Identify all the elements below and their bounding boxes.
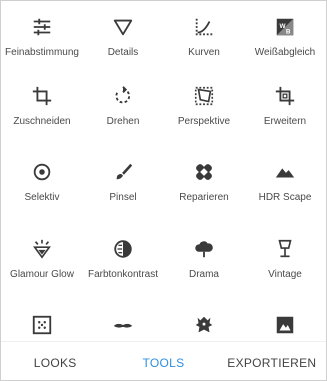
expand-icon [273, 84, 297, 108]
mountain-hdr-icon [273, 160, 297, 184]
tool-label: Pinsel [109, 192, 137, 203]
perspective-icon [192, 84, 216, 108]
tool-label: Zuschneiden [13, 116, 71, 127]
tool-selektiv[interactable]: Selektiv [1, 146, 83, 216]
tool-kurven[interactable]: Kurven [163, 1, 245, 71]
triangle-details-icon [111, 15, 135, 39]
tonal-contrast-icon [111, 237, 135, 261]
selective-target-icon [30, 160, 54, 184]
tool-perspektive[interactable]: Perspektive [163, 70, 245, 140]
tool-hdr-scape[interactable]: HDR Scape [244, 146, 326, 216]
tool-glamour-glow[interactable]: Glamour Glow [1, 223, 83, 293]
tools-grid: Feinabstimmung Details Kurven WB Weißabg… [1, 1, 326, 341]
retrolux-mustache-icon [111, 313, 135, 337]
tool-farbtonkontrast[interactable]: Farbtonkontrast [82, 223, 164, 293]
tool-drehen[interactable]: Drehen [82, 70, 164, 140]
tool-label: Kurven [188, 47, 220, 58]
tool-retrolux[interactable] [82, 299, 164, 341]
white-balance-icon: WB [273, 15, 297, 39]
tune-sliders-icon [30, 15, 54, 39]
tool-label: Details [107, 47, 139, 58]
curves-icon [192, 15, 216, 39]
tool-label: Farbtonkontrast [87, 269, 159, 280]
brush-icon [111, 160, 135, 184]
black-white-icon [273, 313, 297, 337]
tab-tools[interactable]: TOOLS [109, 353, 217, 370]
tool-zuschneiden[interactable]: Zuschneiden [1, 70, 83, 140]
tool-label: Weißabgleich [254, 47, 316, 58]
tool-grunge[interactable] [163, 299, 245, 341]
tool-weissabgleich[interactable]: WB Weißabgleich [244, 1, 326, 71]
tool-feinabstimmung[interactable]: Feinabstimmung [1, 1, 83, 71]
tools-panel: Feinabstimmung Details Kurven WB Weißabg… [0, 0, 327, 381]
tool-label: Feinabstimmung [5, 47, 79, 58]
healing-bandage-icon [192, 160, 216, 184]
tool-label: Glamour Glow [10, 269, 74, 280]
drama-cloud-icon [192, 237, 216, 261]
bottom-tab-bar: LOOKS TOOLS EXPORTIEREN [1, 341, 326, 380]
tool-label: Perspektive [177, 116, 231, 127]
tool-schwarz-weiss[interactable] [244, 299, 326, 341]
tool-drama[interactable]: Drama [163, 223, 245, 293]
tab-looks[interactable]: LOOKS [1, 353, 109, 370]
grunge-icon [192, 313, 216, 337]
tool-label: Drama [188, 269, 219, 280]
vintage-lamp-icon [273, 237, 297, 261]
tool-vintage[interactable]: Vintage [244, 223, 326, 293]
tool-details[interactable]: Details [82, 1, 164, 71]
tool-grainy-film[interactable] [1, 299, 83, 341]
rotate-icon [111, 84, 135, 108]
tool-label: Drehen [106, 116, 140, 127]
tool-label: Reparieren [179, 192, 229, 203]
glamour-glow-icon [30, 237, 54, 261]
grainy-film-icon [30, 313, 54, 337]
tool-label: Selektiv [24, 192, 60, 203]
svg-text:B: B [286, 28, 291, 35]
tool-label: HDR Scape [258, 192, 312, 203]
tab-exportieren[interactable]: EXPORTIEREN [218, 353, 326, 370]
tool-pinsel[interactable]: Pinsel [82, 146, 164, 216]
tool-label: Vintage [268, 269, 302, 280]
tool-label: Erweitern [263, 116, 307, 127]
crop-icon [30, 84, 54, 108]
tool-erweitern[interactable]: Erweitern [244, 70, 326, 140]
tool-reparieren[interactable]: Reparieren [163, 146, 245, 216]
